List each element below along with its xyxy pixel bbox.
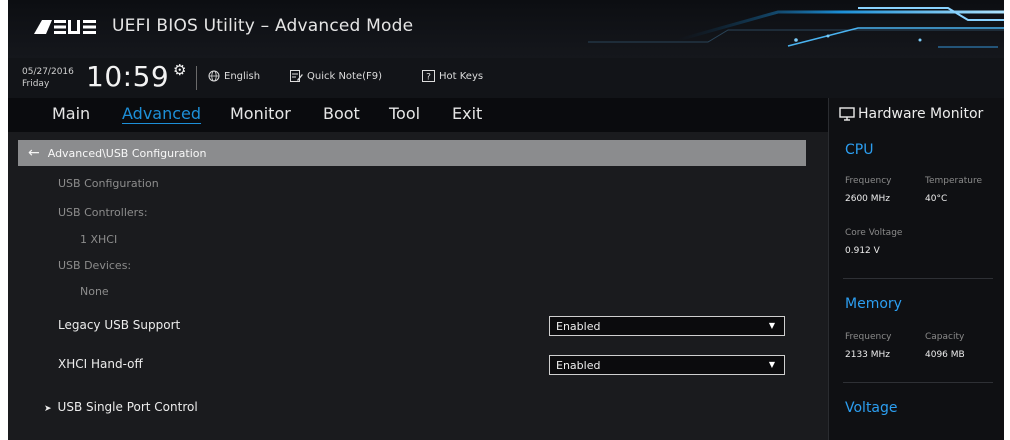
info-line: None bbox=[80, 285, 109, 298]
cpu-section-title: CPU bbox=[845, 142, 874, 158]
memory-frequency-label: Frequency bbox=[845, 332, 892, 342]
tab-exit[interactable]: Exit bbox=[452, 104, 482, 123]
tab-main[interactable]: Main bbox=[52, 104, 90, 123]
cpu-temperature-label: Temperature bbox=[925, 176, 983, 186]
help-key-icon: ? bbox=[422, 70, 435, 82]
tab-monitor[interactable]: Monitor bbox=[230, 104, 291, 123]
bios-window: UEFI BIOS Utility – Advanced Mode 05/27/… bbox=[8, 0, 1004, 440]
hot-keys-label: Hot Keys bbox=[439, 70, 484, 82]
dropdown-caret-icon: ▼ bbox=[768, 360, 775, 369]
date-text: 05/27/2016 bbox=[22, 67, 74, 77]
tab-advanced[interactable]: Advanced bbox=[122, 104, 201, 123]
hardware-monitor-title: Hardware Monitor bbox=[858, 106, 984, 122]
tab-tool[interactable]: Tool bbox=[389, 104, 420, 123]
clock-time[interactable]: 10:59 bbox=[86, 60, 169, 93]
hardware-monitor-panel: Hardware Monitor CPU Frequency 2600 MHz … bbox=[828, 98, 1004, 440]
title-bar: UEFI BIOS Utility – Advanced Mode bbox=[8, 0, 1004, 59]
info-line: 1 XHCI bbox=[80, 233, 118, 246]
settings-panel: ← Advanced\USB Configuration USB Configu… bbox=[8, 132, 828, 440]
chevron-right-icon: ➤ bbox=[44, 404, 52, 414]
globe-icon bbox=[208, 70, 220, 82]
core-voltage-value: 0.912 V bbox=[845, 246, 880, 256]
info-bar: 05/27/2016 Friday 10:59 ⚙ English Quick … bbox=[8, 58, 1004, 98]
divider bbox=[196, 66, 197, 90]
submenu-label: USB Single Port Control bbox=[57, 400, 198, 414]
breadcrumb-path: Advanced\USB Configuration bbox=[47, 146, 207, 160]
quick-note-button[interactable]: Quick Note(F9) bbox=[290, 70, 382, 82]
dropdown-caret-icon: ▼ bbox=[768, 321, 775, 330]
svg-text:?: ? bbox=[426, 73, 431, 83]
back-arrow-icon[interactable]: ← bbox=[28, 145, 40, 161]
section-divider bbox=[843, 382, 993, 383]
cpu-frequency-label: Frequency bbox=[845, 176, 892, 186]
select-value: Enabled bbox=[556, 359, 601, 372]
language-button[interactable]: English bbox=[208, 70, 260, 82]
app-title: UEFI BIOS Utility – Advanced Mode bbox=[112, 16, 414, 36]
memory-frequency-value: 2133 MHz bbox=[845, 350, 891, 360]
legacy-usb-support-label: Legacy USB Support bbox=[58, 318, 181, 332]
select-value: Enabled bbox=[556, 320, 601, 333]
asus-logo bbox=[34, 20, 96, 34]
breadcrumb[interactable]: ← Advanced\USB Configuration bbox=[18, 140, 806, 166]
monitor-icon bbox=[839, 107, 855, 121]
memory-section-title: Memory bbox=[845, 296, 902, 312]
xhci-hand-off-label: XHCI Hand-off bbox=[58, 357, 143, 371]
memory-capacity-label: Capacity bbox=[925, 332, 965, 342]
info-line: USB Configuration bbox=[58, 177, 159, 190]
cpu-frequency-value: 2600 MHz bbox=[845, 194, 891, 204]
section-divider bbox=[843, 278, 993, 279]
info-line: USB Devices: bbox=[58, 259, 132, 272]
tab-boot[interactable]: Boot bbox=[323, 104, 360, 123]
usb-single-port-control-link[interactable]: ➤ USB Single Port Control bbox=[44, 400, 198, 414]
quick-note-label: Quick Note(F9) bbox=[307, 70, 383, 82]
date-display: 05/27/2016 Friday bbox=[22, 66, 74, 90]
day-text: Friday bbox=[22, 79, 50, 89]
voltage-section-title: Voltage bbox=[845, 400, 898, 416]
note-icon bbox=[290, 70, 303, 82]
cpu-temperature-value: 40°C bbox=[925, 194, 948, 204]
memory-capacity-value: 4096 MB bbox=[925, 350, 965, 360]
title-decoration bbox=[588, 7, 1004, 48]
main-menu: Main Advanced Monitor Boot Tool Exit bbox=[8, 98, 828, 132]
hot-keys-button[interactable]: ? Hot Keys bbox=[422, 70, 483, 82]
gear-icon[interactable]: ⚙ bbox=[173, 61, 186, 79]
language-label: English bbox=[224, 70, 261, 82]
legacy-usb-support-select[interactable]: Enabled ▼ bbox=[549, 316, 785, 336]
core-voltage-label: Core Voltage bbox=[845, 228, 903, 238]
xhci-hand-off-select[interactable]: Enabled ▼ bbox=[549, 355, 785, 375]
hardware-monitor-header: Hardware Monitor bbox=[839, 106, 983, 122]
info-line: USB Controllers: bbox=[58, 206, 148, 219]
